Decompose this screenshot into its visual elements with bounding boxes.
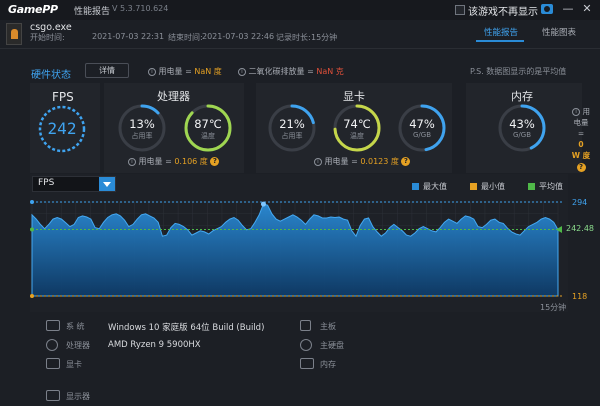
display-label: 显示器 <box>66 392 90 401</box>
motherboard-icon <box>300 320 311 331</box>
cpu-temp-label: 温度 <box>201 132 215 140</box>
cpu-usage-value: 13% <box>129 117 155 131</box>
gpu-memory-label: G/GB <box>412 131 431 139</box>
duration-label: 记录时长: <box>276 33 311 42</box>
gpu-power: i 用电量 = 0.0123 度 ? <box>314 156 411 167</box>
memory-help-icon[interactable]: ? <box>576 162 586 172</box>
memory-stick-icon <box>300 358 314 369</box>
minimize-button[interactable]: — <box>561 2 575 16</box>
monitor-icon <box>46 390 60 401</box>
legend-max-swatch <box>412 183 419 190</box>
average-note: P.S. 数据图显示的是平均值 <box>470 67 567 76</box>
y-max-label: 294 <box>572 198 588 207</box>
disk-label: 主硬盘 <box>320 341 344 350</box>
cpu-chip-icon <box>46 339 58 351</box>
memory-label: 内存 <box>320 360 336 369</box>
fps-label: FPS <box>52 90 74 104</box>
cpu-label: 处理器 <box>66 341 90 350</box>
game-icon <box>6 23 22 45</box>
gpu-power-icon: i <box>314 157 322 166</box>
screenshot-camera-icon[interactable] <box>541 4 553 14</box>
legend-max-label: 最大值 <box>423 182 447 191</box>
gpu-temp-label: 温度 <box>350 132 364 140</box>
active-tab-indicator <box>476 40 524 42</box>
end-time: 2021-07-03 22:46 <box>202 32 275 41</box>
gpu-usage-value: 21% <box>279 117 305 131</box>
y-min-label: 118 <box>572 292 588 301</box>
window-title: 性能报告 <box>74 7 111 17</box>
memory-power-icon: i <box>572 108 581 116</box>
peak-marker <box>260 201 266 207</box>
duration: 15分钟 <box>311 33 338 42</box>
cpu-usage-label: 占用率 <box>131 132 153 140</box>
co2-emission: i 二氧化碳排放量 = NaN 克 <box>238 66 344 77</box>
gpu-help-icon[interactable]: ? <box>401 157 411 166</box>
end-time-label: 结束时间: <box>168 33 203 42</box>
start-time-label: 开始时间: <box>30 33 65 42</box>
tab-performance-chart[interactable]: 性能图表 <box>542 26 576 38</box>
y-avg-label: 242.48 <box>566 224 594 233</box>
header-divider <box>0 48 600 49</box>
total-power: i 用电量 = NaN 度 <box>148 66 222 77</box>
gpu-memory-value: 47% <box>409 117 435 131</box>
legend-min-label: 最小值 <box>481 182 505 191</box>
app-logo: GamePP <box>8 3 58 16</box>
gpu-temp-value: 74℃ <box>343 117 371 131</box>
legend-min-swatch <box>470 183 477 190</box>
gpu-card-icon <box>46 358 60 369</box>
legend-avg-swatch <box>528 183 535 190</box>
start-time: 2021-07-03 22:31 <box>92 32 165 41</box>
disk-icon <box>300 339 312 351</box>
power-icon: i <box>148 67 156 76</box>
dont-show-label[interactable]: 该游戏不再显示 <box>468 3 538 18</box>
dont-show-checkbox[interactable] <box>455 5 465 15</box>
cpu-help-icon[interactable]: ? <box>210 157 220 166</box>
os-label: 系 统 <box>66 322 85 331</box>
chevron-down-icon[interactable] <box>99 177 115 191</box>
min-marker-left <box>30 294 34 298</box>
app-version: V 5.3.710.624 <box>112 4 169 13</box>
close-button[interactable]: ✕ <box>580 2 594 16</box>
cpu-power: i 用电量 = 0.106 度 ? <box>128 156 220 167</box>
motherboard-label: 主板 <box>320 322 336 331</box>
co2-icon: i <box>238 67 246 76</box>
os-icon <box>46 320 60 331</box>
memory-power: i 用 电量 = 0 W 度 ? <box>571 107 591 172</box>
fps-value: 242 <box>47 119 77 138</box>
max-marker-left <box>30 200 34 204</box>
tab-performance-report[interactable]: 性能报告 <box>484 26 518 38</box>
memory-usage-label: G/GB <box>512 131 531 139</box>
details-button[interactable]: 详情 <box>85 63 129 78</box>
x-duration-label: 15分钟 <box>540 303 567 312</box>
fps-area-chart <box>30 200 564 298</box>
cpu-temp-value: 87℃ <box>194 117 222 131</box>
cpu-power-icon: i <box>128 157 136 166</box>
hardware-status-title: 硬件状态 <box>31 70 71 81</box>
average-marker-left <box>30 227 34 232</box>
metric-dropdown-value: FPS <box>38 178 55 188</box>
gpu-label: 显卡 <box>66 360 82 369</box>
gpu-usage-label: 占用率 <box>281 132 303 140</box>
os-value: Windows 10 家庭版 64位 Build (Build) <box>108 323 265 333</box>
cpu-value: AMD Ryzen 9 5900HX <box>108 340 201 350</box>
fps-area-series <box>31 203 559 297</box>
memory-usage-value: 43% <box>509 117 535 131</box>
legend-avg-label: 平均值 <box>539 182 563 191</box>
